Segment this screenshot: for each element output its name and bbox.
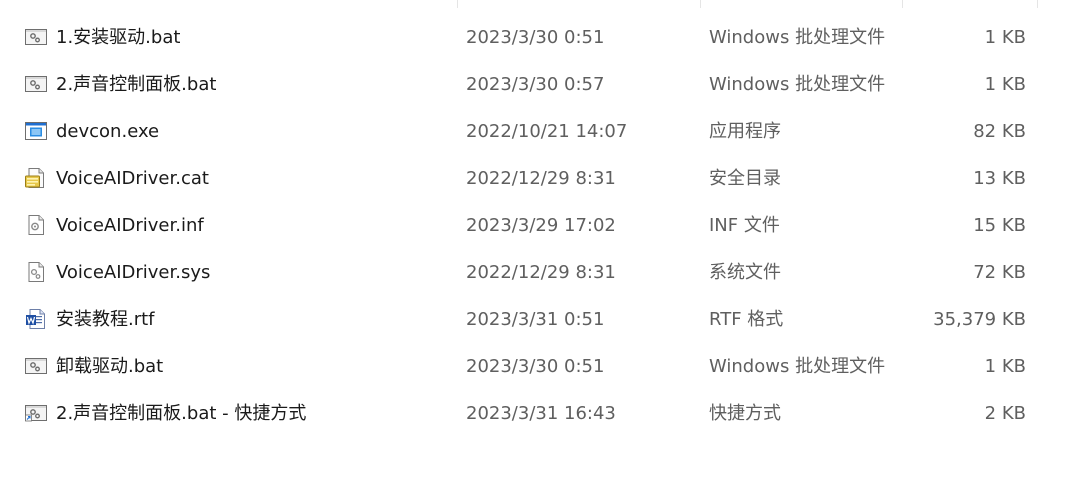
file-size: 13 KB	[973, 168, 1026, 189]
file-name: 卸载驱动.bat	[56, 356, 164, 377]
column-divider[interactable]	[457, 0, 458, 8]
file-type: Windows 批处理文件	[709, 356, 886, 377]
sys-file-icon	[24, 260, 48, 284]
file-row[interactable]: VoiceAIDriver.sys 2022/12/29 8:31 系统文件 7…	[0, 249, 1071, 296]
file-date-modified: 2022/12/29 8:31	[466, 262, 616, 283]
batch-file-icon	[24, 354, 48, 378]
file-date-modified: 2023/3/30 0:51	[466, 27, 605, 48]
file-icon-cell	[24, 249, 48, 296]
file-size: 72 KB	[973, 262, 1026, 283]
file-name: VoiceAIDriver.sys	[56, 262, 211, 283]
file-size: 15 KB	[973, 215, 1026, 236]
batch-file-icon	[24, 72, 48, 96]
file-date-modified: 2023/3/30 0:51	[466, 356, 605, 377]
file-row[interactable]: 安装教程.rtf 2023/3/31 0:51 RTF 格式 35,379 KB	[0, 296, 1071, 343]
word-document-icon	[24, 307, 48, 331]
file-icon-cell	[24, 108, 48, 155]
file-icon-cell	[24, 390, 48, 437]
file-icon-cell	[24, 343, 48, 390]
file-row[interactable]: 1.安装驱动.bat 2023/3/30 0:51 Windows 批处理文件 …	[0, 14, 1071, 61]
file-date-modified: 2023/3/30 0:57	[466, 74, 605, 95]
file-icon-cell	[24, 296, 48, 343]
file-icon-cell	[24, 155, 48, 202]
file-type: 系统文件	[709, 262, 781, 283]
file-icon-cell	[24, 14, 48, 61]
column-divider[interactable]	[1037, 0, 1038, 8]
file-date-modified: 2023/3/31 16:43	[466, 403, 616, 424]
file-row[interactable]: 卸载驱动.bat 2023/3/30 0:51 Windows 批处理文件 1 …	[0, 343, 1071, 390]
file-type: 应用程序	[709, 121, 781, 142]
file-row[interactable]: VoiceAIDriver.cat 2022/12/29 8:31 安全目录 1…	[0, 155, 1071, 202]
batch-file-icon	[24, 25, 48, 49]
file-size: 1 KB	[984, 27, 1026, 48]
file-type: RTF 格式	[709, 309, 784, 330]
file-size: 2 KB	[984, 403, 1026, 424]
file-row[interactable]: 2.声音控制面板.bat 2023/3/30 0:57 Windows 批处理文…	[0, 61, 1071, 108]
file-type: Windows 批处理文件	[709, 74, 886, 95]
file-type: INF 文件	[709, 215, 780, 236]
file-date-modified: 2022/10/21 14:07	[466, 121, 628, 142]
file-name: VoiceAIDriver.inf	[56, 215, 204, 236]
file-type: 安全目录	[709, 168, 781, 189]
file-name: 安装教程.rtf	[56, 309, 155, 330]
file-list-pane: 1.安装驱动.bat 2023/3/30 0:51 Windows 批处理文件 …	[0, 0, 1071, 478]
column-divider[interactable]	[902, 0, 903, 8]
file-size: 1 KB	[984, 74, 1026, 95]
file-type: 快捷方式	[709, 403, 781, 424]
file-row[interactable]: 2.声音控制面板.bat - 快捷方式 2023/3/31 16:43 快捷方式…	[0, 390, 1071, 437]
file-date-modified: 2023/3/29 17:02	[466, 215, 616, 236]
file-date-modified: 2022/12/29 8:31	[466, 168, 616, 189]
exe-file-icon	[24, 119, 48, 143]
file-icon-cell	[24, 202, 48, 249]
file-name: VoiceAIDriver.cat	[56, 168, 209, 189]
file-date-modified: 2023/3/31 0:51	[466, 309, 605, 330]
file-rows: 1.安装驱动.bat 2023/3/30 0:51 Windows 批处理文件 …	[0, 14, 1071, 437]
file-row[interactable]: VoiceAIDriver.inf 2023/3/29 17:02 INF 文件…	[0, 202, 1071, 249]
file-type: Windows 批处理文件	[709, 27, 886, 48]
file-name: 2.声音控制面板.bat - 快捷方式	[56, 403, 307, 424]
column-divider[interactable]	[700, 0, 701, 8]
inf-file-icon	[24, 213, 48, 237]
file-name: devcon.exe	[56, 121, 160, 142]
shortcut-batch-icon	[24, 401, 48, 425]
file-name: 2.声音控制面板.bat	[56, 74, 217, 95]
file-size: 35,379 KB	[933, 309, 1026, 330]
file-row[interactable]: devcon.exe 2022/10/21 14:07 应用程序 82 KB	[0, 108, 1071, 155]
file-size: 82 KB	[973, 121, 1026, 142]
catalog-file-icon	[24, 166, 48, 190]
file-icon-cell	[24, 61, 48, 108]
file-size: 1 KB	[984, 356, 1026, 377]
file-name: 1.安装驱动.bat	[56, 27, 181, 48]
